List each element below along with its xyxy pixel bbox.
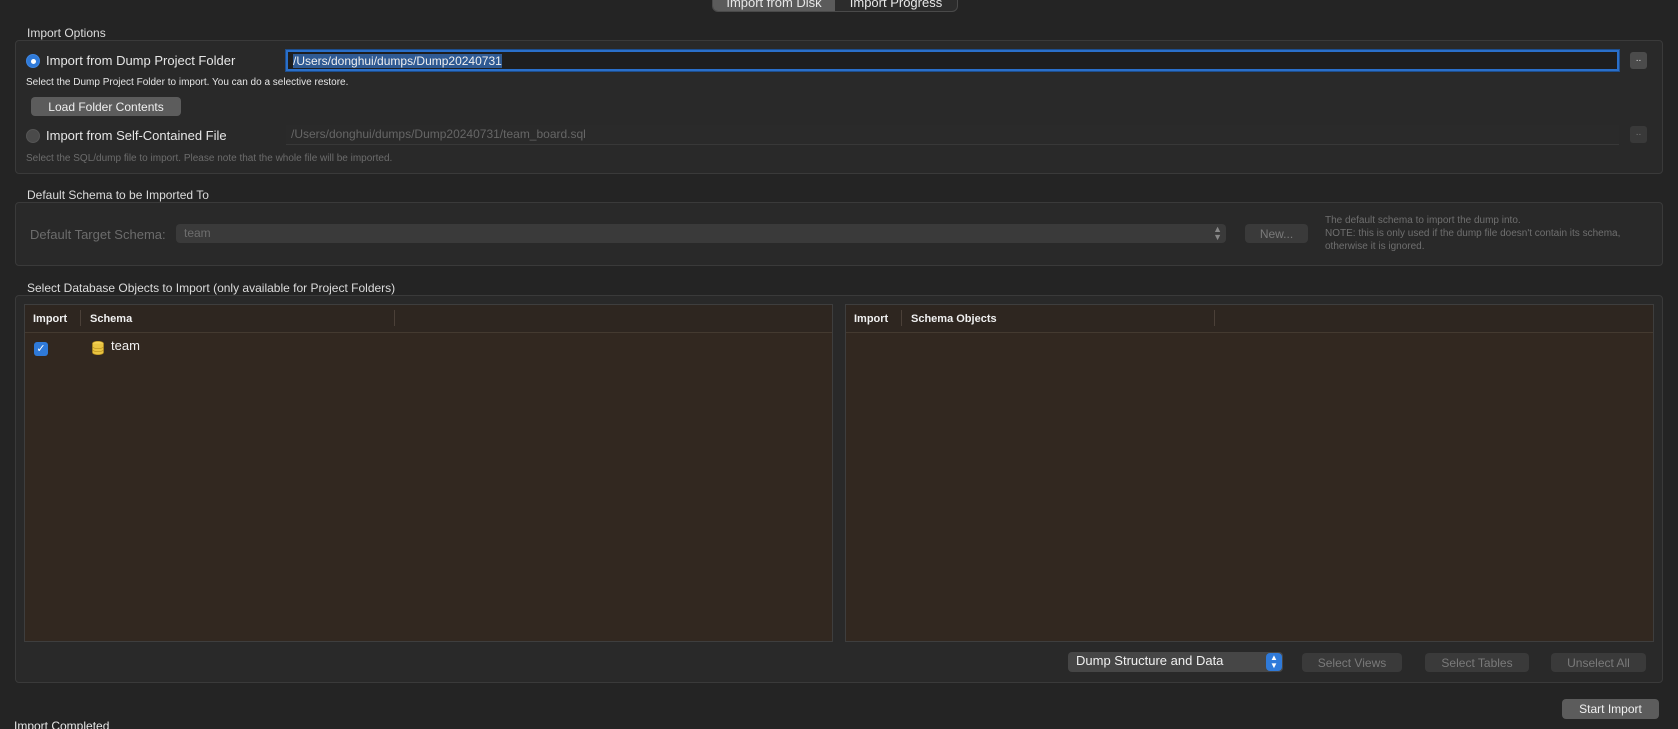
note-line: otherwise it is ignored. xyxy=(1325,241,1425,252)
objects-title: Select Database Objects to Import (only … xyxy=(27,281,396,295)
folder-path-text: /Users/donghui/dumps/Dump20240731 xyxy=(293,54,502,68)
tab-import-from-disk[interactable]: Import from Disk xyxy=(713,0,835,11)
tab-bar: Import from Disk Import Progress xyxy=(712,0,958,12)
default-schema-select[interactable]: team ▲ ▼ xyxy=(176,224,1226,243)
folder-option-label: Import from Dump Project Folder xyxy=(46,53,236,68)
folder-browse-button[interactable]: .. xyxy=(1630,52,1647,69)
column-header-schema[interactable]: Schema xyxy=(90,313,132,325)
import-options-title: Import Options xyxy=(27,26,106,40)
load-folder-contents-button[interactable]: Load Folder Contents xyxy=(31,97,181,116)
select-views-button[interactable]: Select Views xyxy=(1302,653,1402,672)
schema-objects-table-header: Import Schema Objects xyxy=(846,305,1653,333)
note-line: The default schema to import the dump in… xyxy=(1325,215,1521,226)
database-icon xyxy=(92,341,104,355)
note-line: NOTE: this is only used if the dump file… xyxy=(1325,228,1621,239)
column-separator xyxy=(1214,310,1215,326)
chevron-updown-icon: ▲ ▼ xyxy=(1266,653,1282,671)
new-schema-button[interactable]: New... xyxy=(1245,224,1308,243)
column-separator xyxy=(80,310,81,326)
schema-objects-table: Import Schema Objects xyxy=(845,304,1654,642)
file-browse-button[interactable]: .. xyxy=(1630,126,1647,143)
folder-radio[interactable] xyxy=(26,54,40,68)
column-header-import[interactable]: Import xyxy=(854,313,888,325)
default-schema-value: team xyxy=(184,226,211,240)
import-checkbox[interactable]: ✓ xyxy=(34,342,48,356)
dump-mode-value: Dump Structure and Data xyxy=(1076,653,1224,668)
column-header-schema-objects[interactable]: Schema Objects xyxy=(911,313,997,325)
folder-hint: Select the Dump Project Folder to import… xyxy=(26,77,349,88)
schema-table: Import Schema ✓ team xyxy=(24,304,833,642)
dump-mode-select[interactable]: Dump Structure and Data ▲ ▼ xyxy=(1068,652,1283,672)
file-option-label: Import from Self-Contained File xyxy=(46,128,227,143)
file-path-input[interactable]: /Users/donghui/dumps/Dump20240731/team_b… xyxy=(286,125,1619,145)
column-separator xyxy=(901,310,902,326)
schema-name: team xyxy=(111,338,140,353)
table-row[interactable]: ✓ team xyxy=(25,333,832,357)
select-tables-button[interactable]: Select Tables xyxy=(1425,653,1529,672)
default-schema-title: Default Schema to be Imported To xyxy=(27,188,209,202)
chevron-updown-icon: ▲ ▼ xyxy=(1213,224,1222,242)
folder-path-input[interactable]: /Users/donghui/dumps/Dump20240731 xyxy=(286,50,1619,71)
default-schema-note: The default schema to import the dump in… xyxy=(1325,214,1620,253)
start-import-button[interactable]: Start Import xyxy=(1562,699,1659,719)
file-hint: Select the SQL/dump file to import. Plea… xyxy=(26,153,393,164)
schema-table-header: Import Schema xyxy=(25,305,832,333)
unselect-all-button[interactable]: Unselect All xyxy=(1551,653,1646,672)
tab-import-progress[interactable]: Import Progress xyxy=(835,0,957,11)
import-status-text: Import Completed xyxy=(14,719,110,729)
file-radio[interactable] xyxy=(26,129,40,143)
column-separator xyxy=(394,310,395,326)
default-target-schema-label: Default Target Schema: xyxy=(30,227,166,242)
column-header-import[interactable]: Import xyxy=(33,313,67,325)
